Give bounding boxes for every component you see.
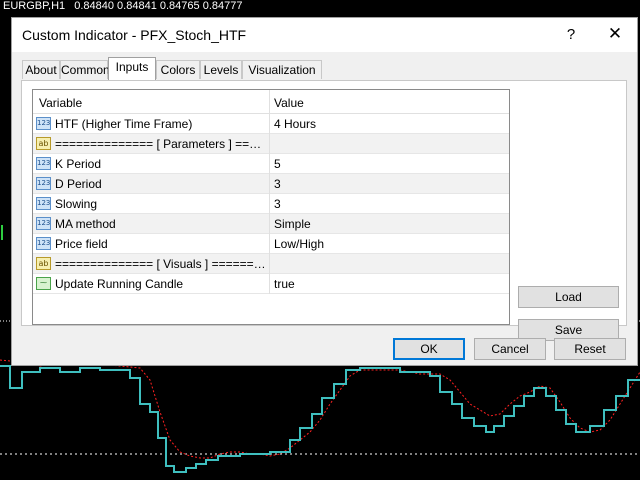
row-value[interactable]: 3	[274, 197, 281, 211]
variable-column-header[interactable]: Variable	[39, 96, 82, 110]
table-header: Variable Value	[33, 90, 509, 114]
table-row[interactable]: ⁓ Update Running Candle true	[33, 274, 509, 294]
column-divider	[269, 174, 270, 194]
row-variable: D Period	[55, 177, 267, 191]
help-icon[interactable]: ?	[563, 26, 579, 43]
number-icon: 123	[36, 157, 51, 170]
price-low: 0.84765	[160, 0, 200, 12]
table-row[interactable]: 123 K Period 5	[33, 154, 509, 174]
bool-icon: ⁓	[36, 277, 51, 290]
inputs-panel: Variable Value 123 HTF (Higher Time Fram…	[21, 80, 627, 326]
row-value[interactable]: Low/High	[274, 237, 324, 251]
table-row[interactable]: 123 D Period 3	[33, 174, 509, 194]
inputs-table: Variable Value 123 HTF (Higher Time Fram…	[32, 89, 510, 325]
number-icon: 123	[36, 117, 51, 130]
tab-common[interactable]: Common	[60, 60, 108, 79]
column-divider	[269, 254, 270, 274]
column-divider	[269, 274, 270, 294]
number-icon: 123	[36, 237, 51, 250]
row-variable: MA method	[55, 217, 267, 231]
row-variable: K Period	[55, 157, 267, 171]
table-row[interactable]: 123 Price field Low/High	[33, 234, 509, 254]
row-variable: Slowing	[55, 197, 267, 211]
table-row[interactable]: 123 HTF (Higher Time Frame) 4 Hours	[33, 114, 509, 134]
column-divider	[269, 194, 270, 214]
row-variable: ============== [ Visuals ] =============…	[55, 257, 267, 271]
table-row[interactable]: 123 Slowing 3	[33, 194, 509, 214]
table-row[interactable]: 123 MA method Simple	[33, 214, 509, 234]
column-divider	[269, 114, 270, 134]
column-divider[interactable]	[269, 90, 270, 114]
table-row[interactable]: ab ============== [ Visuals ] ==========…	[33, 254, 509, 274]
number-icon: 123	[36, 217, 51, 230]
string-icon: ab	[36, 137, 51, 150]
custom-indicator-dialog: Custom Indicator - PFX_Stoch_HTF ? ✕ Abo…	[11, 17, 638, 366]
close-icon[interactable]: ✕	[605, 24, 625, 44]
tab-levels[interactable]: Levels	[200, 60, 242, 79]
row-value[interactable]: true	[274, 277, 295, 291]
value-column-header[interactable]: Value	[274, 96, 304, 110]
chart-symbol-header: EURGBP,H1 0.84840 0.84841 0.84765 0.8477…	[3, 0, 242, 13]
dialog-title: Custom Indicator - PFX_Stoch_HTF	[22, 27, 246, 43]
string-icon: ab	[36, 257, 51, 270]
row-variable: Price field	[55, 237, 267, 251]
number-icon: 123	[36, 197, 51, 210]
price-high: 0.84841	[117, 0, 157, 12]
price-close: 0.84777	[203, 0, 243, 12]
column-divider	[269, 154, 270, 174]
price-open: 0.84840	[74, 0, 114, 12]
column-divider	[269, 234, 270, 254]
dialog-titlebar[interactable]: Custom Indicator - PFX_Stoch_HTF ? ✕	[12, 18, 637, 52]
row-value[interactable]: 4 Hours	[274, 117, 316, 131]
tab-colors[interactable]: Colors	[156, 60, 200, 79]
tab-about[interactable]: About	[22, 60, 60, 79]
row-variable: Update Running Candle	[55, 277, 267, 291]
tab-visualization[interactable]: Visualization	[242, 60, 322, 79]
load-button[interactable]: Load	[518, 286, 619, 308]
ok-button[interactable]: OK	[393, 338, 465, 360]
row-variable: ============== [ Parameters ] ==========…	[55, 137, 267, 151]
reset-button[interactable]: Reset	[554, 338, 626, 360]
symbol-label: EURGBP,H1	[3, 0, 65, 12]
column-divider	[269, 214, 270, 234]
row-value[interactable]: Simple	[274, 217, 311, 231]
column-divider	[269, 134, 270, 154]
tab-inputs[interactable]: Inputs	[108, 57, 156, 80]
row-value[interactable]: 5	[274, 157, 281, 171]
cancel-button[interactable]: Cancel	[474, 338, 546, 360]
number-icon: 123	[36, 177, 51, 190]
row-value[interactable]: 3	[274, 177, 281, 191]
table-row[interactable]: ab ============== [ Parameters ] =======…	[33, 134, 509, 154]
row-variable: HTF (Higher Time Frame)	[55, 117, 267, 131]
